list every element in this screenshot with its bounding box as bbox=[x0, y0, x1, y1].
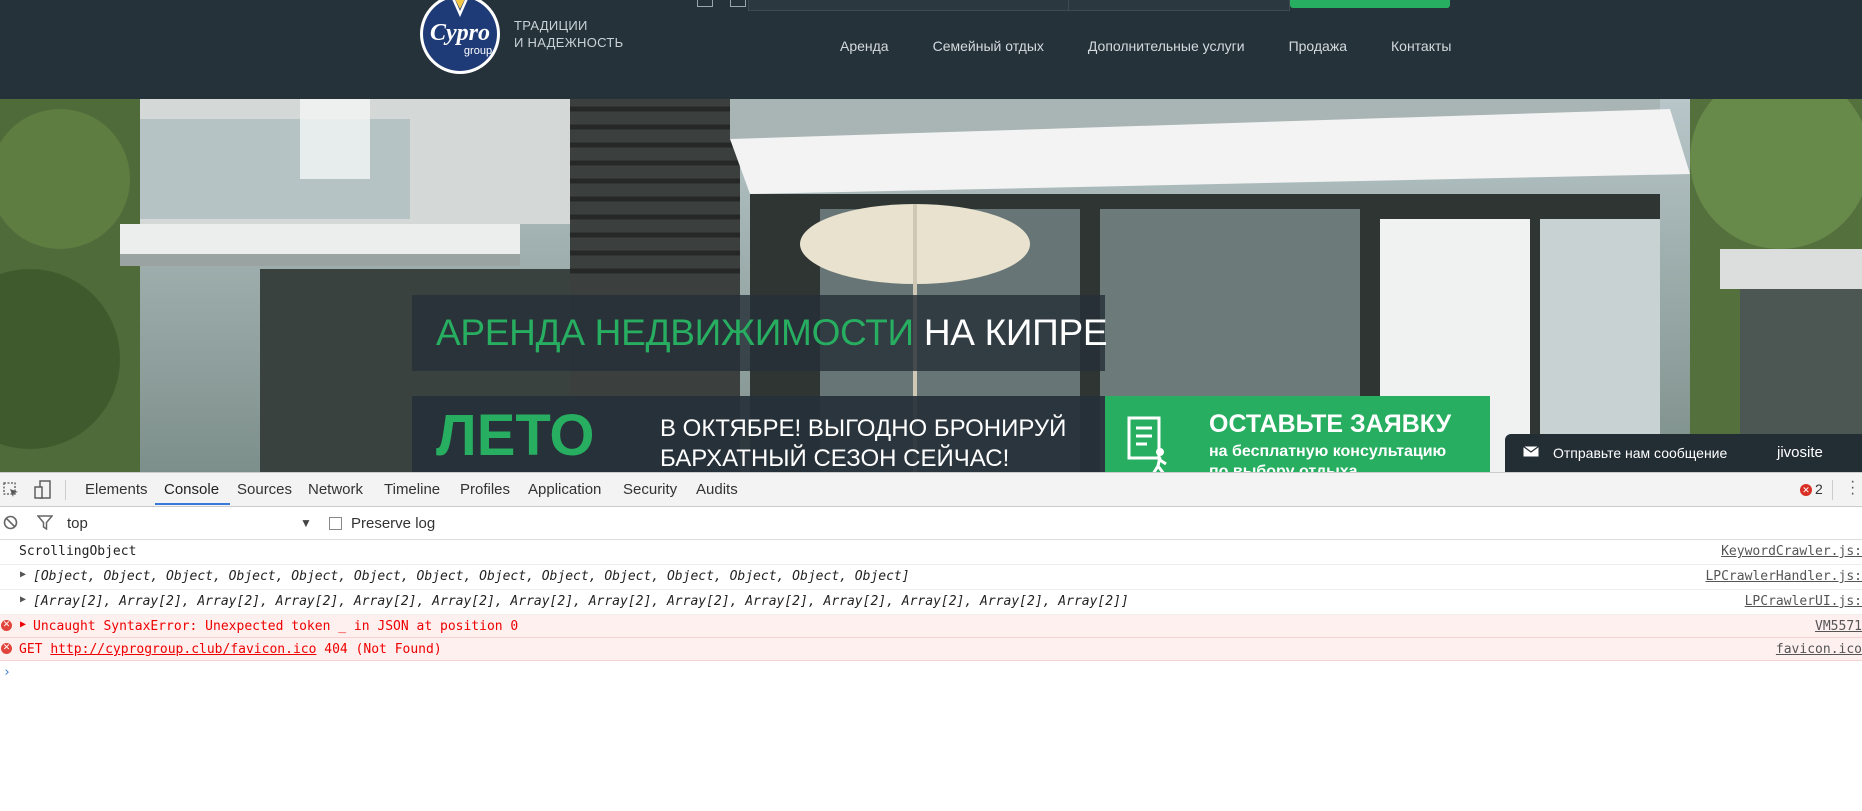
top-select-field[interactable] bbox=[1068, 0, 1290, 11]
nav-item-rent[interactable]: Аренда bbox=[840, 38, 889, 54]
chevron-down-icon[interactable]: ▼ bbox=[300, 516, 312, 530]
console-log-row: ScrollingObject KeywordCrawler.js: bbox=[0, 540, 1862, 565]
svg-text:group: group bbox=[464, 45, 492, 57]
main-nav: Аренда Семейный отдых Дополнительные усл… bbox=[840, 38, 1495, 54]
console-error-row: ✕ GET http://cyprogroup.club/favicon.ico… bbox=[0, 638, 1862, 661]
devtools-panel: Elements Console Sources Network Timelin… bbox=[0, 472, 1862, 811]
envelope-icon bbox=[1523, 446, 1539, 457]
tab-console[interactable]: Console bbox=[164, 481, 219, 498]
preserve-log-label: Preserve log bbox=[351, 515, 436, 532]
hero-title: АРЕНДА НЕДВИЖИМОСТИ НА КИПРЕ bbox=[436, 312, 1108, 353]
console-messages: ScrollingObject KeywordCrawler.js: ▶ [Ob… bbox=[0, 540, 1862, 685]
error-icon: ✕ bbox=[1, 620, 12, 631]
context-select[interactable]: top bbox=[67, 515, 88, 532]
nav-item-services[interactable]: Дополнительные услуги bbox=[1088, 38, 1245, 54]
cta-heading: ОСТАВЬТЕ ЗАЯВКУ bbox=[1209, 410, 1452, 438]
chat-widget[interactable]: Отправьте нам сообщение jivosite bbox=[1505, 434, 1862, 472]
request-url-link[interactable]: http://cyprogroup.club/favicon.ico bbox=[50, 642, 316, 657]
inspect-element-icon[interactable] bbox=[3, 482, 19, 498]
chat-message-label: Отправьте нам сообщение bbox=[1553, 445, 1728, 461]
top-input-field[interactable] bbox=[748, 0, 1070, 11]
tab-timeline[interactable]: Timeline bbox=[384, 481, 440, 498]
clear-console-icon[interactable] bbox=[3, 515, 18, 530]
expand-triangle-icon[interactable]: ▶ bbox=[20, 569, 26, 580]
prompt-chevron-icon: › bbox=[3, 665, 11, 680]
device-mode-icon[interactable] bbox=[34, 480, 52, 500]
nav-item-contacts[interactable]: Контакты bbox=[1391, 38, 1451, 54]
source-link[interactable]: favicon.ico bbox=[1776, 642, 1862, 657]
console-log-row[interactable]: ▶ [Object, Object, Object, Object, Objec… bbox=[0, 565, 1862, 590]
promo-banner: ЛЕТО В ОКТЯБРЕ! ВЫГОДНО БРОНИРУЙ БАРХАТН… bbox=[412, 396, 1105, 472]
document-person-icon bbox=[1127, 416, 1167, 472]
tab-profiles[interactable]: Profiles bbox=[460, 481, 510, 498]
nav-item-family[interactable]: Семейный отдых bbox=[933, 38, 1044, 54]
source-link[interactable]: LPCrawlerUI.js: bbox=[1745, 594, 1862, 609]
promo-big-text: ЛЕТО bbox=[436, 403, 595, 468]
request-cta-button[interactable]: ОСТАВЬТЕ ЗАЯВКУ на бесплатную консультац… bbox=[1105, 396, 1490, 472]
error-icon: ✕ bbox=[1800, 484, 1812, 496]
promo-text: В ОКТЯБРЕ! ВЫГОДНО БРОНИРУЙ БАРХАТНЫЙ СЕ… bbox=[660, 415, 1067, 472]
cypro-logo[interactable]: Cypro group bbox=[416, 0, 504, 76]
site-header: Cypro group ТРАДИЦИИ И НАДЕЖНОСТЬ Аренда… bbox=[0, 0, 1862, 99]
jivosite-logo: jivosite bbox=[1777, 444, 1823, 461]
tab-application[interactable]: Application bbox=[528, 481, 601, 498]
tab-network[interactable]: Network bbox=[308, 481, 363, 498]
tab-audits[interactable]: Audits bbox=[696, 481, 738, 498]
source-link[interactable]: LPCrawlerHandler.js: bbox=[1705, 569, 1862, 584]
source-link[interactable]: KeywordCrawler.js: bbox=[1721, 544, 1862, 559]
nav-item-sale[interactable]: Продажа bbox=[1289, 38, 1347, 54]
tagline: ТРАДИЦИИ И НАДЕЖНОСТЬ bbox=[514, 18, 624, 50]
source-link[interactable]: VM5571 bbox=[1815, 619, 1862, 634]
console-log-row[interactable]: ▶ [Array[2], Array[2], Array[2], Array[2… bbox=[0, 590, 1862, 615]
svg-text:Cypro: Cypro bbox=[430, 20, 490, 46]
cta-subtext: на бесплатную консультацию по выбору отд… bbox=[1209, 443, 1447, 472]
error-icon: ✕ bbox=[1, 643, 12, 654]
tab-sources[interactable]: Sources bbox=[237, 481, 292, 498]
top-checkbox-icon[interactable] bbox=[697, 0, 713, 7]
top-submit-button[interactable] bbox=[1290, 0, 1450, 8]
tab-security[interactable]: Security bbox=[623, 481, 677, 498]
hero-title-box: АРЕНДА НЕДВИЖИМОСТИ НА КИПРЕ bbox=[412, 295, 1108, 371]
error-counter[interactable]: ✕ 2 bbox=[1800, 481, 1823, 497]
top-checkbox-icon[interactable] bbox=[730, 0, 746, 7]
console-prompt-row[interactable]: › bbox=[0, 661, 1862, 685]
hero-banner: АРЕНДА НЕДВИЖИМОСТИ НА КИПРЕ ЛЕТО В ОКТЯ… bbox=[0, 99, 1862, 472]
devtools-tabbar: Elements Console Sources Network Timelin… bbox=[0, 472, 1862, 507]
console-toolbar: top ▼ Preserve log bbox=[0, 507, 1862, 540]
console-error-row[interactable]: ✕ ▶ Uncaught SyntaxError: Unexpected tok… bbox=[0, 615, 1862, 638]
active-tab-indicator bbox=[155, 503, 230, 505]
more-options-icon[interactable]: · · · bbox=[1850, 474, 1855, 502]
filter-icon[interactable] bbox=[37, 515, 53, 530]
expand-triangle-icon[interactable]: ▶ bbox=[20, 619, 26, 630]
tab-elements[interactable]: Elements bbox=[85, 481, 148, 498]
preserve-log-checkbox[interactable] bbox=[329, 517, 342, 530]
expand-triangle-icon[interactable]: ▶ bbox=[20, 594, 26, 605]
